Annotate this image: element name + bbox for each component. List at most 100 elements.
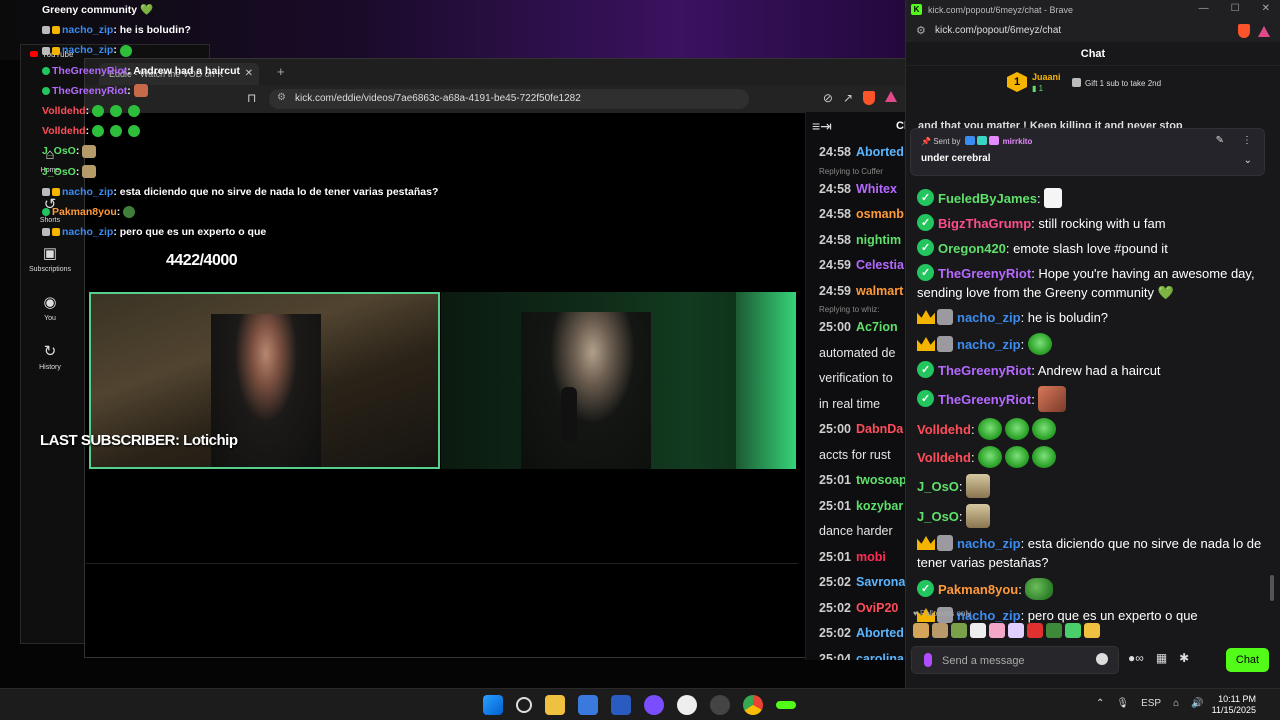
chat-scrollbar[interactable]	[1270, 575, 1274, 601]
vod-chat-row: 25:00 Ac7ion	[806, 315, 907, 341]
chat-username[interactable]: Whitex	[856, 182, 897, 196]
window-controls: — ☐ ✕	[1199, 3, 1270, 14]
chat-username[interactable]: OviP20	[856, 601, 898, 615]
app-icon[interactable]	[710, 695, 730, 715]
send-chat-button[interactable]: Chat	[1226, 648, 1269, 672]
chat-username[interactable]: BigzThaGrump	[938, 216, 1031, 231]
chat-username[interactable]: twosoap	[856, 473, 907, 487]
kick-logo-icon: K	[911, 4, 922, 15]
chat-username[interactable]: nacho_zip	[957, 337, 1021, 352]
overlay-chat-line: TheGreenyRiot:	[42, 81, 462, 101]
chat-username[interactable]: nacho_zip	[957, 310, 1021, 325]
emote-icon[interactable]	[970, 623, 986, 638]
chat-username[interactable]: kozybar	[856, 499, 903, 513]
share-icon[interactable]: ↗	[843, 91, 853, 105]
chat-username[interactable]: J_OsO	[917, 509, 959, 524]
obs-icon[interactable]	[677, 695, 697, 715]
verified-badge-icon	[917, 239, 934, 258]
chat-username[interactable]: Volldehd	[917, 450, 971, 465]
chat-username[interactable]: carolina	[856, 652, 904, 661]
mute-icon[interactable]: ⊘	[823, 91, 833, 105]
chat-username[interactable]: J_OsO	[917, 479, 959, 494]
site-info-icon[interactable]: ⚙	[916, 24, 926, 37]
vod-chat-row: dance harder	[806, 519, 907, 545]
file-explorer-icon[interactable]	[545, 695, 565, 715]
overlay-chat-line: nacho_zip: pero que es un experto o que	[42, 222, 462, 242]
chat-username[interactable]: Oregon420	[938, 241, 1006, 256]
quick-emote-bar	[913, 623, 1100, 638]
chat-username[interactable]: Ac7ion	[856, 320, 898, 334]
chrome-icon[interactable]	[743, 695, 763, 715]
emote-icon[interactable]	[989, 623, 1005, 638]
settings-gear-icon[interactable]: ✱	[1179, 651, 1189, 665]
emote-icon[interactable]	[1065, 623, 1081, 638]
yt-nav-you[interactable]: ◉ You	[24, 294, 76, 322]
close-window-icon[interactable]: ✕	[1262, 3, 1270, 14]
chat-username[interactable]: TheGreenyRiot	[938, 363, 1031, 378]
emote-icon[interactable]	[1008, 623, 1024, 638]
brave-shield-icon[interactable]	[1238, 24, 1250, 38]
chat-username[interactable]: Aborted	[856, 626, 904, 640]
chevron-up-icon[interactable]: ⌃	[1096, 698, 1104, 709]
discord-icon[interactable]	[644, 695, 664, 715]
language-indicator[interactable]: ESP	[1141, 698, 1161, 709]
gift-sub-button[interactable]: Gift 1 sub to take 2nd	[1072, 78, 1161, 88]
start-icon[interactable]	[483, 695, 503, 715]
chat-username[interactable]: Pakman8you	[938, 582, 1018, 597]
chat-username[interactable]: nacho_zip	[957, 536, 1021, 551]
leader-name[interactable]: Juaani	[1032, 72, 1061, 82]
yt-nav-history[interactable]: ↻ History	[24, 343, 76, 371]
gift-icon[interactable]: ▦	[1156, 651, 1167, 665]
emote-icon[interactable]	[1046, 623, 1062, 638]
pinned-message[interactable]: 📌 Sent by mirrkito under cerebral ✎ ⋮ ⌄	[910, 128, 1265, 176]
yt-nav-label: You	[44, 315, 56, 322]
microphone-icon[interactable]: 🎙	[1116, 698, 1129, 709]
chat-username[interactable]: Aborted	[856, 145, 904, 159]
overlay-chat-user: nacho_zip	[62, 24, 114, 37]
maximize-icon[interactable]: ☐	[1231, 3, 1240, 14]
brave-rewards-icon[interactable]	[1258, 25, 1270, 37]
kick-app-icon[interactable]	[776, 701, 796, 709]
microphone-icon[interactable]	[924, 653, 932, 667]
pin-icon[interactable]: ✎	[1216, 135, 1224, 146]
emote-icon[interactable]	[951, 623, 967, 638]
chat-username[interactable]: Celestia	[856, 258, 904, 272]
chat-username[interactable]: FueledByJames	[938, 191, 1037, 206]
emote-icon[interactable]	[1027, 623, 1043, 638]
collapse-chat-icon[interactable]: ≡⇥	[812, 118, 832, 135]
chat-username[interactable]: DabnDa	[856, 422, 903, 436]
brave-app-icon[interactable]	[611, 695, 631, 715]
chat-username[interactable]: Savrona	[856, 575, 905, 589]
chat-username[interactable]: TheGreenyRiot	[938, 392, 1031, 407]
kicks-icon[interactable]: ●∞	[1128, 651, 1144, 665]
more-options-icon[interactable]: ⋮	[1242, 135, 1252, 146]
chat-input-actions: ●∞ ▦ ✱	[1128, 651, 1189, 665]
face-emote-icon	[133, 84, 148, 98]
network-icon[interactable]: ⌂	[1173, 698, 1179, 709]
minimize-icon[interactable]: —	[1199, 3, 1209, 14]
pinned-user[interactable]: mirrkito	[1003, 137, 1033, 146]
chat-username[interactable]: nightim	[856, 233, 901, 247]
chevron-down-icon[interactable]: ⌄	[1244, 155, 1252, 166]
chat-username[interactable]: mobi	[856, 550, 886, 564]
emote-icon[interactable]	[932, 623, 948, 638]
search-icon[interactable]	[516, 697, 532, 713]
history-icon: ↻	[43, 343, 57, 360]
chat-username[interactable]: osmanb	[856, 207, 904, 221]
emote-icon[interactable]	[913, 623, 929, 638]
volume-icon[interactable]: 🔊	[1191, 698, 1203, 709]
chat-username[interactable]: walmart	[856, 284, 903, 298]
divider	[86, 563, 798, 564]
chat-username[interactable]: TheGreenyRiot	[938, 266, 1031, 281]
brave-shield-icon[interactable]	[863, 91, 875, 105]
chat-message-input[interactable]	[942, 651, 1092, 671]
yt-nav-subscriptions[interactable]: ▣ Subscriptions	[24, 245, 76, 273]
verified-badge-icon	[917, 361, 934, 380]
clock[interactable]: 10:11 PM 11/15/2025	[1212, 694, 1256, 716]
store-icon[interactable]	[578, 695, 598, 715]
chat-username[interactable]: Volldehd	[917, 422, 971, 437]
brave-rewards-icon[interactable]	[885, 91, 897, 102]
emoji-picker-icon[interactable]	[1096, 653, 1108, 665]
popout-url-bar[interactable]: ⚙ kick.com/popout/6meyz/chat	[906, 20, 1280, 42]
emote-icon[interactable]	[1084, 623, 1100, 638]
